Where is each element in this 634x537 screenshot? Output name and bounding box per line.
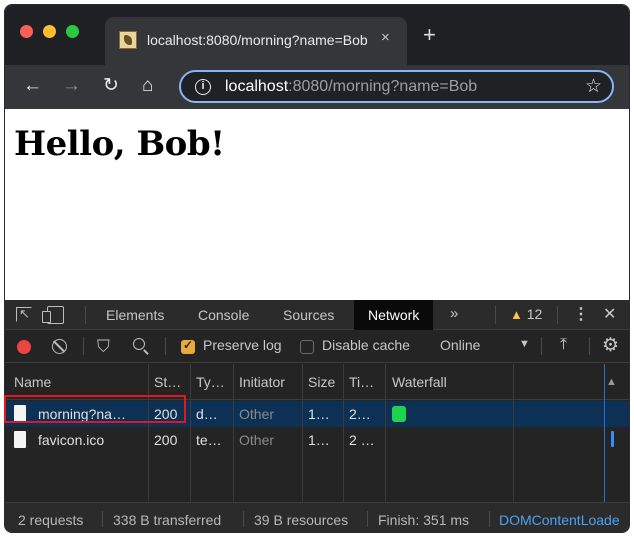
waterfall-bar [611,431,614,447]
column-divider[interactable] [343,364,344,502]
more-tabs-icon[interactable]: » [450,305,458,322]
page-heading: Hello, Bob! [14,124,225,164]
new-tab-button[interactable]: + [423,24,436,46]
network-toolbar: ⛉ Preserve log Disable cache Online ▼ ⤒ … [5,331,629,363]
browser-toolbar: ← → ↻ ⌂ i localhost:8080/morning?name=Bo… [5,65,629,109]
bookmark-star-icon[interactable]: ☆ [585,75,602,98]
warnings-counter[interactable]: ▲ 12 [510,306,542,322]
column-header-size[interactable]: Size [308,374,335,390]
divider [541,337,542,355]
column-divider[interactable] [148,364,149,502]
column-header-status[interactable]: St… [154,374,181,390]
browser-tab[interactable]: localhost:8080/morning?name=Bob × [105,17,407,65]
site-info-icon[interactable]: i [195,79,211,95]
request-name: favicon.ico [38,432,105,448]
chevron-down-icon[interactable]: ▼ [519,338,530,350]
disable-cache-checkbox[interactable] [300,340,314,354]
devtools-tab-bar: Elements Console Sources Network » ▲ 12 … [5,300,629,330]
close-window-button[interactable] [20,25,33,38]
divider [243,511,244,527]
resources-size: 39 B resources [254,512,349,528]
clear-icon[interactable] [52,339,67,354]
kebab-menu-icon[interactable]: ⋮ [573,304,589,324]
tab-sources[interactable]: Sources [283,300,334,330]
title-bar: localhost:8080/morning?name=Bob × + [5,5,629,65]
search-icon[interactable] [133,338,145,350]
url-host: localhost [225,78,289,95]
tab-network[interactable]: Network [354,300,434,330]
column-divider[interactable] [302,364,303,502]
minimize-window-button[interactable] [43,25,56,38]
request-status: 200 [154,432,178,448]
request-size: 1… [308,406,330,422]
transferred-size: 338 B transferred [113,512,222,528]
divider [367,511,368,527]
column-header-type[interactable]: Ty… [196,374,225,390]
column-header-name[interactable]: Name [14,374,51,390]
request-initiator: Other [239,406,275,422]
close-tab-icon[interactable]: × [381,29,390,46]
waterfall-bar [392,406,406,422]
throttling-select[interactable]: Online [440,337,480,353]
url-text[interactable]: localhost:8080/morning?name=Bob [225,78,477,96]
divider [495,306,496,324]
sort-ascending-icon[interactable]: ▲ [606,376,617,388]
tab-console[interactable]: Console [198,300,249,330]
highlight-annotation-box [4,395,186,423]
column-header-initiator[interactable]: Initiator [239,374,285,390]
preserve-log-checkbox[interactable] [181,338,195,354]
close-devtools-icon[interactable]: ✕ [603,304,616,324]
request-type: d… [196,406,218,422]
finish-time: Finish: 351 ms [378,512,470,528]
waterfall-gridline [513,364,514,502]
requests-count: 2 requests [18,512,84,528]
divider [102,511,103,527]
dom-content-loaded-time: DOMContentLoade [499,512,620,528]
request-initiator: Other [239,432,275,448]
tab-elements[interactable]: Elements [106,300,164,330]
maximize-window-button[interactable] [66,25,79,38]
address-bar[interactable]: i localhost:8080/morning?name=Bob ☆ [179,70,614,103]
inspect-element-icon[interactable] [16,306,32,322]
url-path: :8080/morning?name=Bob [288,78,478,95]
divider [589,337,590,355]
home-icon[interactable]: ⌂ [142,75,153,97]
gear-icon[interactable]: ⚙ [602,334,619,357]
warnings-count: 12 [526,306,543,322]
page-content: Hello, Bob! [5,109,629,300]
divider [83,337,84,355]
column-divider[interactable] [190,364,191,502]
browser-window: localhost:8080/morning?name=Bob × + ← → … [4,4,630,533]
column-divider[interactable] [385,364,386,502]
dom-content-loaded-line [604,364,605,502]
disable-cache-label: Disable cache [322,337,410,353]
request-type: te… [196,432,222,448]
divider [85,306,86,324]
back-arrow-icon[interactable]: ← [23,75,42,97]
request-size: 1… [308,432,330,448]
reload-icon[interactable]: ↻ [103,75,119,97]
column-header-time[interactable]: Ti… [349,374,374,390]
network-request-table: Name St… Ty… Initiator Size Ti… Waterfal… [5,364,629,502]
tab-title: localhost:8080/morning?name=Bob [147,32,368,48]
filter-icon[interactable]: ⛉ [97,337,110,357]
tab-favicon-icon [119,31,137,49]
table-row[interactable]: favicon.ico 200 te… Other 1… 2 … [5,427,629,453]
divider [489,511,490,527]
network-status-bar: 2 requests 338 B transferred 39 B resour… [5,502,629,532]
column-header-waterfall[interactable]: Waterfall [392,374,447,390]
record-button[interactable] [17,340,31,354]
preserve-log-label: Preserve log [203,337,282,353]
divider [557,306,558,324]
import-har-icon[interactable]: ⤒ [560,336,567,354]
forward-arrow-icon[interactable]: → [62,75,81,97]
request-time: 2… [349,406,371,422]
divider [165,337,166,355]
file-icon [14,431,26,448]
request-time: 2 … [349,432,375,448]
device-toolbar-icon[interactable] [42,306,64,324]
warning-icon: ▲ [510,307,523,322]
column-divider[interactable] [233,364,234,502]
